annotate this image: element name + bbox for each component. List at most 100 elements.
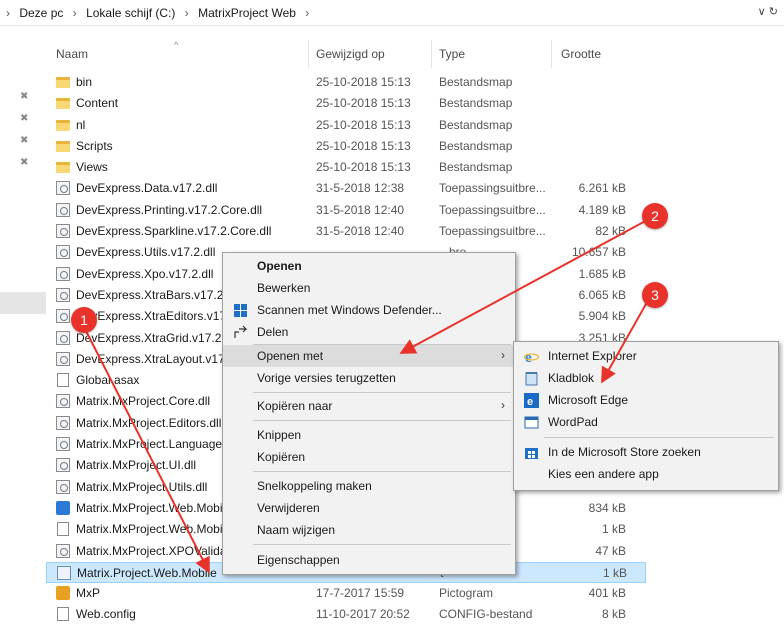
- menu-item-properties[interactable]: Eigenschappen: [223, 549, 515, 571]
- breadcrumb-leading-arrow[interactable]: ›: [6, 6, 10, 20]
- table-row[interactable]: Scripts 25-10-2018 15:13 Bestandsmap: [46, 136, 646, 157]
- pin-icon: ✖: [20, 113, 29, 124]
- file-name: DevExpress.Utils.v17.2.dll: [76, 245, 216, 260]
- address-bar[interactable]: › Deze pc › Lokale schijf (C:) › MatrixP…: [0, 0, 784, 26]
- file-name: DevExpress.Data.v17.2.dll: [76, 181, 218, 196]
- file-name: Matrix.MxProject.XPOValida: [76, 543, 227, 558]
- mxp-icon: [56, 586, 70, 601]
- menu-item-send-to[interactable]: Kopiëren naar ›: [223, 395, 515, 417]
- menu-item-edit[interactable]: Bewerken: [223, 277, 515, 299]
- menu-divider: [253, 392, 511, 393]
- submenu-item-store-search[interactable]: In de Microsoft Store zoeken: [514, 441, 778, 463]
- pin-icon: ✖: [20, 91, 29, 102]
- column-size[interactable]: Grootte: [561, 47, 601, 61]
- file-type: CONFIG-bestand: [439, 607, 533, 622]
- menu-item-rename[interactable]: Naam wijzigen: [223, 519, 515, 541]
- file-type: Bestandsmap: [439, 75, 513, 89]
- folder-icon: [56, 77, 70, 88]
- dll-icon: [56, 437, 70, 452]
- file-icon: [57, 522, 69, 537]
- dll-icon: [56, 287, 70, 302]
- folder-icon: [56, 119, 70, 131]
- file-name: Matrix.Project.Web.Mobile: [77, 565, 217, 580]
- store-icon: [524, 445, 539, 460]
- folder-icon: [56, 140, 70, 152]
- column-name[interactable]: Naam: [56, 47, 88, 61]
- breadcrumb-local-disk[interactable]: Lokale schijf (C:): [86, 6, 175, 20]
- submenu-item-notepad[interactable]: Kladblok: [514, 367, 778, 389]
- dll-icon: [56, 181, 70, 196]
- breadcrumb: › Deze pc › Lokale schijf (C:) › MatrixP…: [6, 6, 315, 20]
- column-date[interactable]: Gewijzigd op: [316, 47, 385, 61]
- file-date: 25-10-2018 15:13: [316, 138, 411, 153]
- file-name: Web.config: [76, 607, 136, 622]
- table-row[interactable]: Content 25-10-2018 15:13 Bestandsmap: [46, 93, 646, 114]
- file-size: 834 kB: [588, 500, 626, 515]
- annotation-badge-1: 1: [71, 307, 97, 333]
- breadcrumb-separator[interactable]: ›: [305, 6, 309, 20]
- submenu-item-choose-app[interactable]: Kies een andere app: [514, 463, 778, 485]
- menu-item-open-with[interactable]: Openen met ›: [223, 345, 515, 367]
- submenu-item-internet-explorer[interactable]: e Internet Explorer: [514, 345, 778, 367]
- file-size: 4.189 kB: [578, 202, 626, 217]
- submenu-item-edge[interactable]: e Microsoft Edge: [514, 389, 778, 411]
- column-header: ^ Naam Gewijzigd op Type Grootte: [46, 40, 646, 68]
- file-type: Toepassingsuitbre...: [439, 202, 546, 217]
- file-name: Scripts: [76, 138, 113, 153]
- file-name: Views: [76, 160, 108, 175]
- file-type: Toepassingsuitbre...: [439, 181, 546, 196]
- file-name: Matrix.MxProject.UI.dll: [76, 458, 197, 473]
- menu-item-copy[interactable]: Kopiëren: [223, 446, 515, 468]
- dll-icon: [56, 479, 70, 494]
- submenu-item-wordpad[interactable]: WordPad: [514, 411, 778, 433]
- file-icon: [57, 607, 69, 622]
- breadcrumb-this-pc[interactable]: Deze pc: [19, 6, 63, 20]
- breadcrumb-folder[interactable]: MatrixProject Web: [198, 6, 296, 20]
- file-name: DevExpress.Printing.v17.2.Core.dll: [76, 202, 263, 217]
- notepad-icon: [524, 371, 539, 386]
- edge-icon: e: [524, 393, 539, 408]
- file-size: 8 kB: [601, 607, 626, 622]
- column-divider[interactable]: [431, 40, 432, 68]
- windows-defender-icon: [233, 303, 248, 318]
- menu-item-restore-versions[interactable]: Vorige versies terugzetten: [223, 367, 515, 389]
- menu-item-scan[interactable]: Scannen met Windows Defender...: [223, 299, 515, 321]
- table-row[interactable]: Web.config 11-10-2017 20:52 CONFIG-bestand…: [46, 604, 646, 625]
- file-type: Toepassingsuitbre...: [439, 224, 546, 239]
- breadcrumb-separator[interactable]: ›: [73, 6, 77, 20]
- menu-item-share[interactable]: Delen: [223, 321, 515, 343]
- ico-file-icon: [57, 565, 71, 580]
- menu-item-delete[interactable]: Verwijderen: [223, 497, 515, 519]
- menu-item-open[interactable]: Openen: [223, 255, 515, 277]
- table-row[interactable]: nl 25-10-2018 15:13 Bestandsmap: [46, 115, 646, 136]
- menu-item-cut[interactable]: Knippen: [223, 424, 515, 446]
- table-row[interactable]: DevExpress.Printing.v17.2.Core.dll 31-5-2…: [46, 200, 646, 221]
- file-name: Matrix.MxProject.Web.Mobi: [76, 500, 223, 515]
- column-divider[interactable]: [308, 40, 309, 68]
- table-row[interactable]: Views 25-10-2018 15:13 Bestandsmap: [46, 157, 646, 178]
- submenu-divider: [544, 437, 774, 438]
- table-row[interactable]: DevExpress.Data.v17.2.dll 31-5-2018 12:38…: [46, 178, 646, 199]
- dll-icon: [56, 224, 70, 239]
- address-tools[interactable]: ∨ ↻: [758, 5, 778, 18]
- dll-icon: [56, 394, 70, 409]
- table-row[interactable]: MxP 17-7-2017 15:59 Pictogram 401 kB: [46, 583, 646, 604]
- file-size: 1 kB: [601, 522, 626, 537]
- menu-item-create-shortcut[interactable]: Snelkoppeling maken: [223, 475, 515, 497]
- table-row[interactable]: bin 25-10-2018 15:13 Bestandsmap: [46, 72, 646, 93]
- file-type: Bestandsmap: [439, 96, 513, 111]
- dll-icon: [56, 351, 70, 366]
- menu-divider: [253, 420, 511, 421]
- file-name: DevExpress.XtraEditors.v17.2: [76, 309, 237, 324]
- folder-icon: [56, 98, 70, 110]
- file-name: DevExpress.XtraGrid.v17.2.dll: [76, 330, 237, 345]
- share-icon: [233, 325, 248, 340]
- table-row[interactable]: DevExpress.Sparkline.v17.2.Core.dll 31-5-…: [46, 221, 646, 242]
- column-type[interactable]: Type: [439, 47, 465, 61]
- file-date: 17-7-2017 15:59: [316, 586, 405, 601]
- web-icon: [56, 500, 70, 515]
- file-size: 1.685 kB: [578, 266, 626, 281]
- breadcrumb-separator[interactable]: ›: [185, 6, 189, 20]
- column-divider[interactable]: [551, 40, 552, 68]
- navigation-selected-item[interactable]: [0, 292, 46, 314]
